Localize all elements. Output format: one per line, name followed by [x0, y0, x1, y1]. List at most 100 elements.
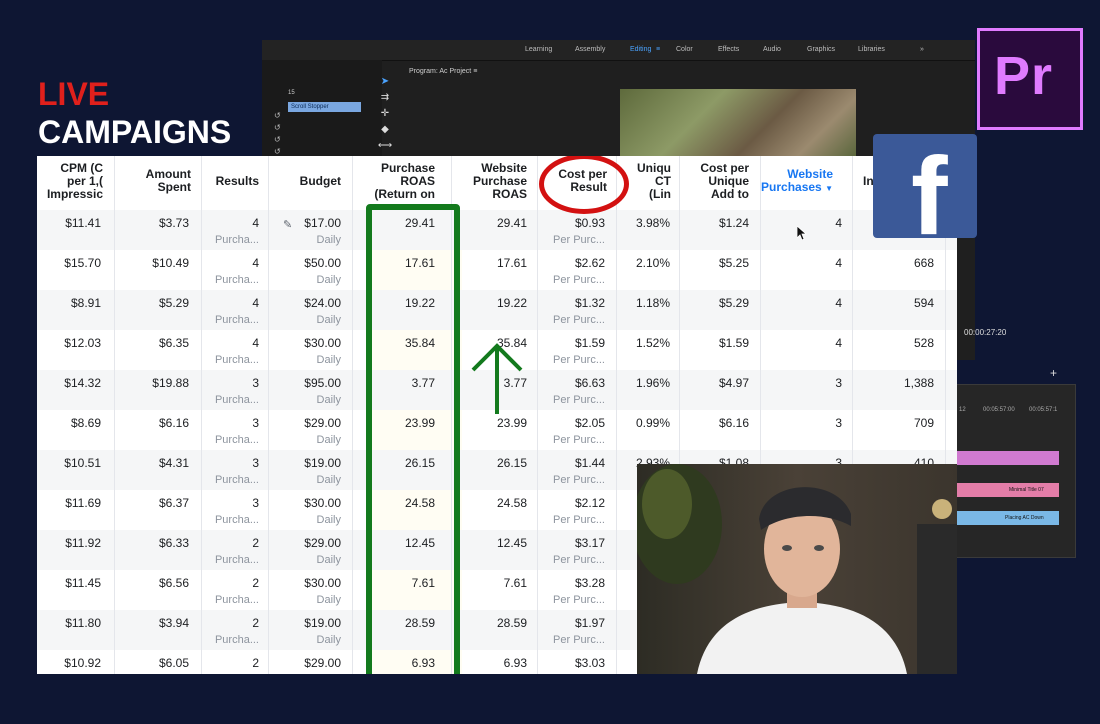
edit-budget-pencil-icon[interactable]: ✎ — [283, 218, 292, 231]
program-monitor-label: Program: Ac Project ≡ — [409, 68, 477, 75]
cell-wp: 3 — [835, 376, 842, 390]
cell-results_sub: Purcha... — [214, 314, 259, 326]
cell-budget_sub: Daily — [316, 234, 341, 246]
header-line: Impressic — [46, 187, 103, 201]
table-row[interactable]: $8.69 $6.16 3 $29.00 23.99 23.99 $2.05 0.99% $6.… — [37, 410, 957, 450]
table-row[interactable]: $8.91 $5.29 4 $24.00 19.22 19.22 $1.32 1.18% $5.… — [37, 290, 957, 330]
cell-results: 4 — [252, 216, 259, 230]
col-header-cost-per-unique-add[interactable]: Cost per Unique Add to — [683, 162, 749, 201]
source-timecode: 15 — [288, 90, 295, 96]
column-divider — [114, 156, 115, 674]
workspace-more-icon[interactable]: » — [920, 46, 924, 53]
workspace-tab-effects[interactable]: Effects — [718, 46, 739, 53]
cell-cpr: $2.12 — [574, 496, 605, 510]
workspace-tab-learning[interactable]: Learning — [525, 46, 552, 53]
cell-cpm: $11.45 — [65, 576, 101, 590]
cell-spent: $6.16 — [158, 416, 189, 430]
col-header-website-purchases[interactable]: Website Purchases ▼ — [761, 168, 833, 195]
cell-wroas: 24.58 — [496, 496, 527, 510]
ripple-edit-icon[interactable]: ✛ — [376, 106, 394, 122]
slip-tool-icon[interactable]: ⟷ — [376, 138, 394, 154]
col-header-budget[interactable]: Budget — [271, 175, 341, 188]
cell-budget: $95.00 — [304, 376, 341, 390]
cell-imp: 1,388 — [903, 376, 934, 390]
cell-wp: 4 — [835, 296, 842, 310]
column-divider — [268, 156, 269, 674]
cell-cpm: $8.91 — [70, 296, 101, 310]
cell-budget: $29.00 — [304, 536, 341, 550]
cell-results_sub: Purcha... — [214, 514, 259, 526]
col-header-website-purchase-roas[interactable]: Website Purchase ROAS — [455, 162, 527, 201]
cell-budget: $17.00 — [304, 216, 341, 230]
header-line: Budget — [299, 174, 341, 188]
cell-spent: $19.88 — [152, 376, 189, 390]
razor-tool-icon[interactable]: ◆ — [376, 122, 394, 138]
header-line: Purchases — [761, 180, 822, 194]
timeline-clip-minimal-title[interactable]: Minimal Title 07 — [957, 483, 1059, 497]
workspace-tab-assembly[interactable]: Assembly — [575, 46, 605, 53]
cell-wp: 4 — [835, 256, 842, 270]
workspace-tab-color[interactable]: Color — [676, 46, 693, 53]
table-row[interactable]: $15.70 $10.49 4 $50.00 17.61 17.61 $2.62 2.10% $… — [37, 250, 957, 290]
ruler-label-c: 00:05:57:1 — [1029, 407, 1058, 413]
webcam-overlay — [637, 464, 957, 674]
cell-cpua: $1.24 — [718, 216, 749, 230]
cell-imp: 594 — [913, 296, 934, 310]
cell-budget: $29.00 — [304, 416, 341, 430]
table-row[interactable]: $11.41 $3.73 4 $17.00 29.41 29.41 $0.93 3.98% $1… — [37, 210, 957, 250]
cell-results: 3 — [252, 496, 259, 510]
workspace-tab-editing[interactable]: Editing — [630, 46, 651, 53]
col-header-cpm[interactable]: CPM (C per 1,( Impressic — [37, 162, 103, 201]
cell-cpr_sub: Per Purc... — [553, 354, 605, 366]
timeline-clip-placing[interactable]: Placing AC Down — [957, 511, 1059, 525]
ruler-label-a: 12 — [959, 407, 966, 413]
cell-wp: 4 — [835, 336, 842, 350]
cell-ctr: 2.10% — [635, 256, 670, 270]
cell-cpr_sub: Per Purc... — [553, 634, 605, 646]
timeline-clip-pink[interactable] — [957, 451, 1059, 465]
cell-budget_sub: Daily — [316, 594, 341, 606]
cell-wroas: 7.61 — [503, 576, 527, 590]
cell-wroas: 12.45 — [496, 536, 527, 550]
program-menu-icon[interactable]: ≡ — [473, 68, 477, 75]
cell-cpm: $10.51 — [64, 456, 101, 470]
cell-cpm: $11.92 — [65, 536, 101, 550]
track-select-icon[interactable]: ⇉ — [376, 90, 394, 106]
add-button-icon[interactable]: + — [1050, 366, 1057, 380]
cell-wp: 4 — [835, 216, 842, 230]
col-header-purchase-roas[interactable]: Purchase ROAS (Return on — [355, 162, 435, 201]
premiere-logo: Pr — [977, 28, 1083, 130]
cell-results_sub: Purcha... — [214, 474, 259, 486]
cell-results_sub: Purcha... — [214, 354, 259, 366]
cell-budget_sub: Daily — [316, 434, 341, 446]
column-divider — [352, 156, 353, 674]
selection-tool-icon[interactable]: ➤ — [376, 74, 394, 90]
cell-results: 2 — [252, 536, 259, 550]
cell-budget_sub: Daily — [316, 394, 341, 406]
workspace-tab-libraries[interactable]: Libraries — [858, 46, 885, 53]
cell-wroas: 19.22 — [496, 296, 527, 310]
cell-cpr: $6.63 — [574, 376, 605, 390]
cell-spent: $4.31 — [158, 456, 189, 470]
col-header-results[interactable]: Results — [203, 175, 259, 188]
workspace-tab-graphics[interactable]: Graphics — [807, 46, 835, 53]
workspace-tab-audio[interactable]: Audio — [763, 46, 781, 53]
cell-results: 3 — [252, 416, 259, 430]
col-header-amount-spent[interactable]: Amount Spent — [115, 168, 191, 194]
cell-cpm: $14.32 — [64, 376, 101, 390]
roas-green-highlight-box — [366, 204, 460, 674]
cell-budget: $19.00 — [304, 616, 341, 630]
cell-budget_sub: Daily — [316, 634, 341, 646]
sort-descending-icon[interactable]: ▼ — [825, 184, 833, 193]
col-header-unique-ctr[interactable]: Uniqu CT (Lin — [627, 162, 671, 201]
cell-cpm: $8.69 — [70, 416, 101, 430]
clip-scroll-stopper[interactable]: Scroll Stopper — [288, 102, 361, 112]
cell-spent: $6.37 — [158, 496, 189, 510]
cell-ctr: 0.99% — [635, 416, 670, 430]
premiere-workspace-bar: Learning Assembly Editing ≡ Color Effect… — [262, 40, 975, 61]
cell-spent: $3.73 — [158, 216, 189, 230]
cell-spent: $6.35 — [158, 336, 189, 350]
workspace-editing-menu-icon[interactable]: ≡ — [656, 46, 660, 53]
cell-cpm: $10.92 — [64, 656, 101, 670]
cell-results: 3 — [252, 456, 259, 470]
